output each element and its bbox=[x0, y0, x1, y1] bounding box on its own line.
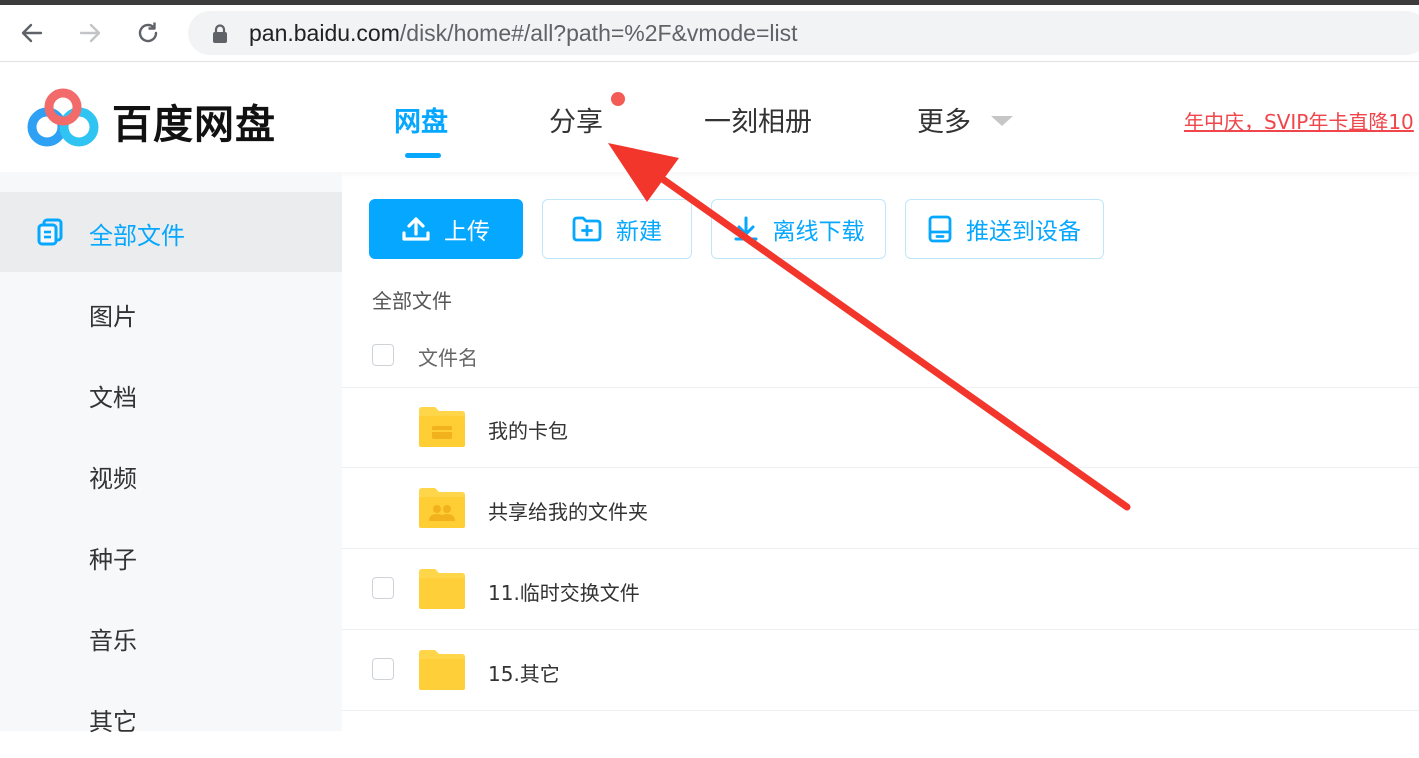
url-text: pan.baidu.com/disk/home#/all?path=%2F&vm… bbox=[249, 20, 798, 47]
forward-arrow-icon bbox=[79, 23, 101, 43]
url-path: /disk/home#/all?path=%2F&vmode=list bbox=[399, 20, 798, 46]
shared-folder-icon bbox=[419, 488, 465, 528]
sidebar-item-label: 种子 bbox=[89, 546, 137, 574]
forward-button[interactable] bbox=[72, 15, 108, 51]
wallet-folder-icon bbox=[419, 407, 465, 447]
row-checkbox[interactable] bbox=[372, 577, 394, 599]
select-all-checkbox[interactable] bbox=[372, 344, 394, 366]
file-name: 15.其它 bbox=[488, 662, 560, 686]
sidebar-item-images[interactable]: 图片 bbox=[0, 273, 342, 353]
push-to-device-button[interactable]: 推送到设备 bbox=[905, 199, 1104, 259]
sidebar-item-label: 文档 bbox=[89, 384, 137, 412]
new-folder-icon bbox=[572, 216, 602, 242]
row-checkbox[interactable] bbox=[372, 658, 394, 680]
app-header: 百度网盘 网盘 分享 一刻相册 更多 年中庆，SVIP年卡直降10 bbox=[0, 62, 1419, 172]
back-arrow-icon bbox=[21, 23, 43, 43]
chevron-down-icon[interactable] bbox=[991, 116, 1013, 126]
promo-link[interactable]: 年中庆，SVIP年卡直降10 bbox=[1184, 106, 1414, 135]
tab-share[interactable]: 分享 bbox=[549, 100, 603, 139]
tab-yike-album[interactable]: 一刻相册 bbox=[704, 100, 812, 139]
notification-dot bbox=[611, 92, 625, 106]
active-tab-indicator bbox=[405, 153, 441, 158]
sidebar-item-videos[interactable]: 视频 bbox=[0, 435, 342, 515]
upload-label: 上传 bbox=[444, 219, 490, 245]
new-folder-label: 新建 bbox=[616, 219, 662, 245]
download-icon bbox=[734, 216, 757, 241]
sidebar-item-label: 视频 bbox=[89, 465, 137, 493]
sidebar-item-documents[interactable]: 文档 bbox=[0, 354, 342, 434]
new-folder-button[interactable]: 新建 bbox=[542, 199, 692, 259]
tab-more[interactable]: 更多 bbox=[917, 100, 971, 139]
sidebar-item-other[interactable]: 其它 bbox=[0, 678, 342, 758]
back-button[interactable] bbox=[14, 15, 50, 51]
row-divider bbox=[342, 629, 1419, 630]
sidebar-item-label: 图片 bbox=[89, 303, 137, 331]
sidebar-item-label: 全部文件 bbox=[89, 222, 185, 250]
address-bar[interactable]: pan.baidu.com/disk/home#/all?path=%2F&vm… bbox=[188, 11, 1419, 55]
folder-icon bbox=[419, 650, 465, 690]
url-host: pan.baidu.com bbox=[249, 20, 400, 46]
breadcrumb[interactable]: 全部文件 bbox=[372, 285, 452, 314]
offline-download-label: 离线下载 bbox=[772, 219, 865, 245]
file-name: 11.临时交换文件 bbox=[488, 581, 640, 605]
folder-icon bbox=[419, 569, 465, 609]
lock-icon bbox=[213, 24, 227, 43]
sidebar-item-torrents[interactable]: 种子 bbox=[0, 516, 342, 596]
row-divider bbox=[342, 387, 1419, 388]
files-icon bbox=[37, 218, 63, 246]
row-divider bbox=[342, 710, 1419, 711]
offline-download-button[interactable]: 离线下载 bbox=[711, 199, 886, 259]
baidu-netdisk-logo-icon bbox=[27, 88, 99, 147]
reload-button[interactable] bbox=[130, 15, 166, 51]
column-header-filename[interactable]: 文件名 bbox=[418, 342, 478, 371]
sidebar-item-all-files[interactable]: 全部文件 bbox=[0, 192, 342, 272]
sidebar-item-label: 其它 bbox=[89, 708, 137, 736]
push-to-device-label: 推送到设备 bbox=[966, 219, 1081, 245]
file-name: 共享给我的文件夹 bbox=[488, 500, 648, 524]
sidebar: 全部文件 图片 文档 视频 种子 音乐 其它 bbox=[0, 172, 342, 736]
file-name: 我的卡包 bbox=[488, 419, 568, 443]
row-divider bbox=[342, 467, 1419, 468]
tab-netdisk[interactable]: 网盘 bbox=[394, 100, 448, 139]
upload-button[interactable]: 上传 bbox=[369, 199, 523, 259]
sidebar-item-label: 音乐 bbox=[89, 627, 137, 655]
reload-icon bbox=[138, 22, 158, 43]
device-icon bbox=[928, 215, 952, 243]
sidebar-item-music[interactable]: 音乐 bbox=[0, 597, 342, 677]
upload-icon bbox=[402, 217, 430, 241]
browser-toolbar: pan.baidu.com/disk/home#/all?path=%2F&vm… bbox=[0, 5, 1419, 62]
row-divider bbox=[342, 548, 1419, 549]
brand-name: 百度网盘 bbox=[112, 102, 276, 148]
